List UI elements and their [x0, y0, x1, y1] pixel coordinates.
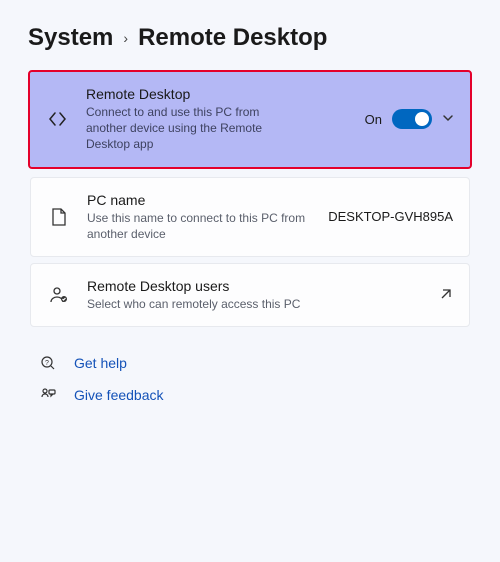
- card-title: PC name: [87, 192, 312, 208]
- document-icon: [47, 207, 71, 227]
- give-feedback-link[interactable]: Give feedback: [36, 387, 470, 403]
- remote-desktop-toggle-card[interactable]: Remote Desktop Connect to and use this P…: [28, 70, 472, 169]
- remote-desktop-toggle[interactable]: [392, 109, 432, 129]
- card-subtitle: Select who can remotely access this PC: [87, 296, 423, 312]
- page-title: Remote Desktop: [138, 24, 327, 52]
- breadcrumb-parent[interactable]: System: [28, 24, 113, 52]
- card-title: Remote Desktop users: [87, 278, 423, 294]
- remote-desktop-icon: [46, 109, 70, 129]
- help-icon: ?: [36, 355, 60, 371]
- svg-text:?: ?: [45, 360, 49, 367]
- remote-desktop-users-card[interactable]: Remote Desktop users Select who can remo…: [30, 263, 470, 327]
- toggle-state-label: On: [365, 112, 382, 127]
- get-help-link[interactable]: ? Get help: [36, 355, 470, 371]
- link-label: Get help: [74, 355, 127, 371]
- card-subtitle: Use this name to connect to this PC from…: [87, 210, 312, 242]
- feedback-icon: [36, 387, 60, 403]
- chevron-down-icon[interactable]: [442, 112, 454, 127]
- card-subtitle: Connect to and use this PC from another …: [86, 104, 276, 153]
- users-icon: [47, 286, 71, 304]
- link-label: Give feedback: [74, 387, 164, 403]
- breadcrumb: System › Remote Desktop: [28, 24, 484, 52]
- chevron-right-icon: ›: [123, 30, 128, 46]
- pc-name-value: DESKTOP-GVH895A: [328, 209, 453, 224]
- external-link-icon[interactable]: [439, 287, 453, 304]
- card-title: Remote Desktop: [86, 86, 349, 102]
- pc-name-card: PC name Use this name to connect to this…: [30, 177, 470, 257]
